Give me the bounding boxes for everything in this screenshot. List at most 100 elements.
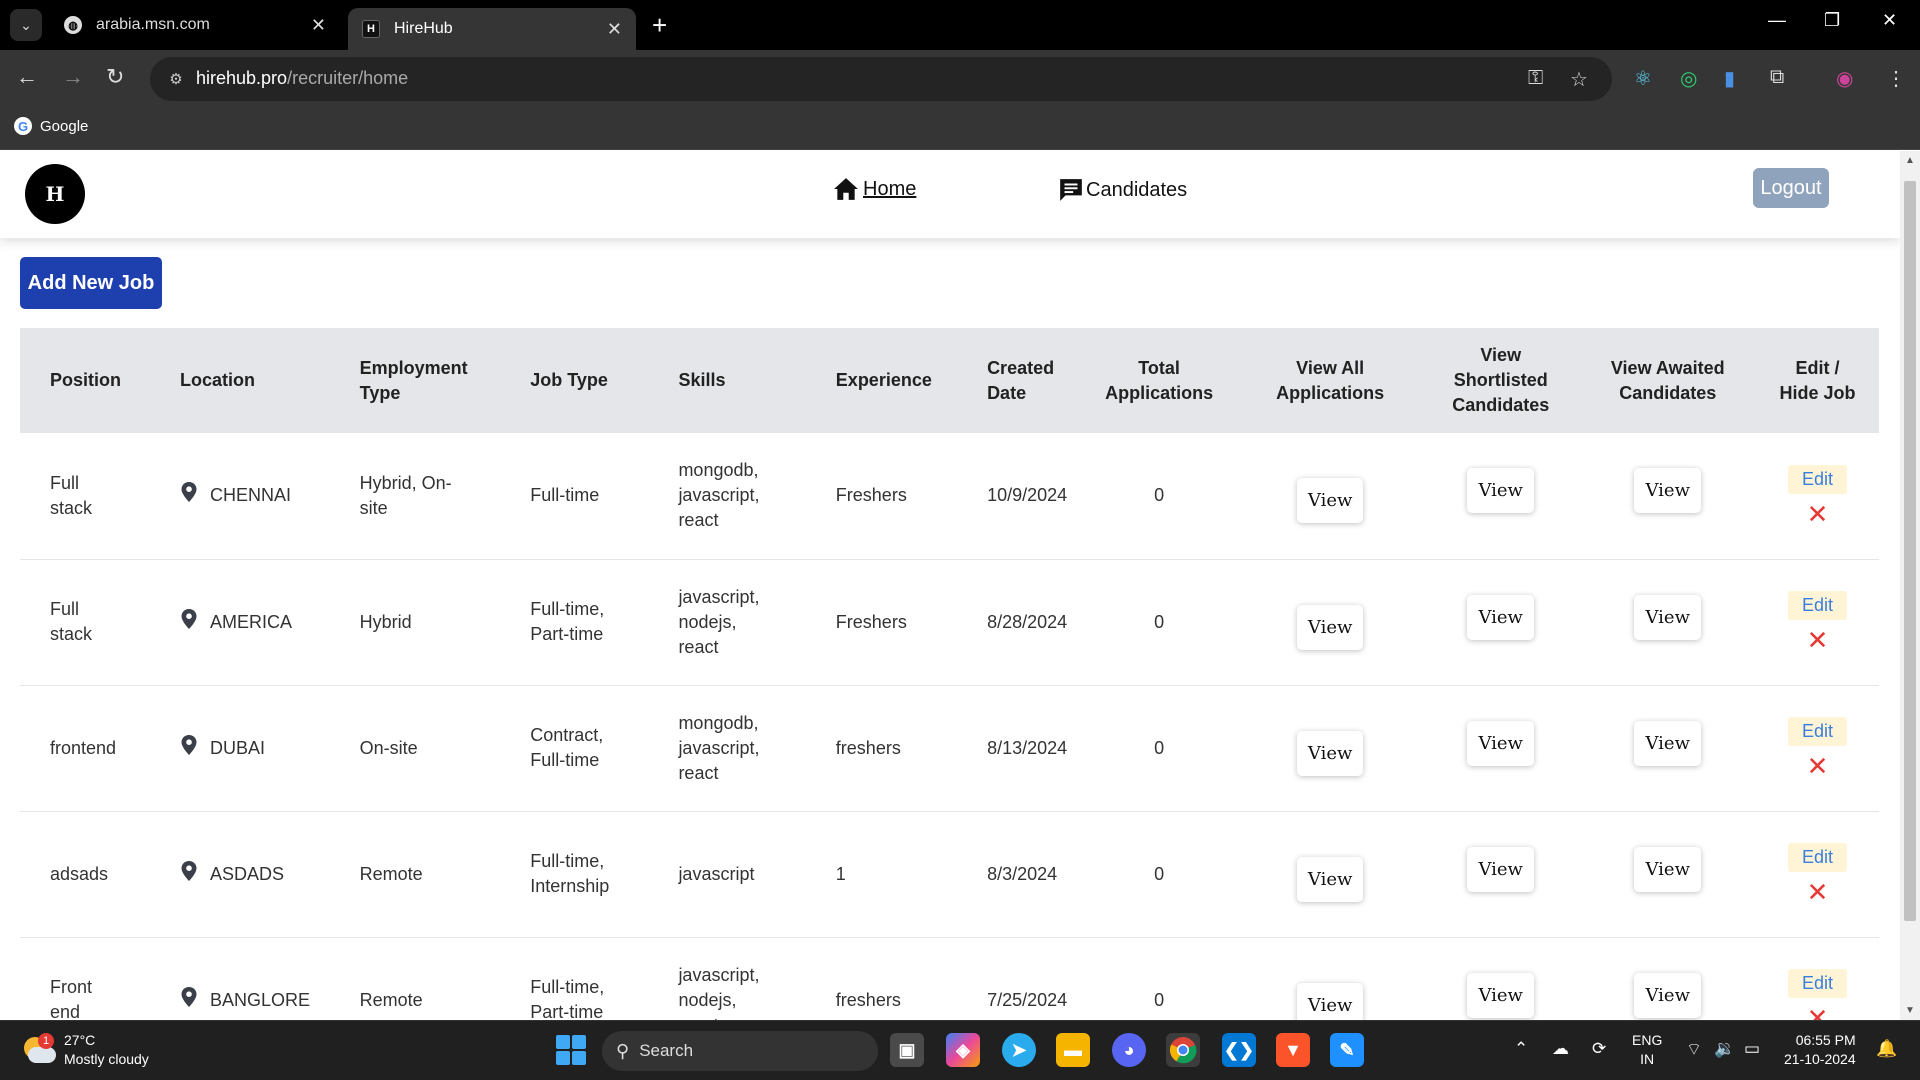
view-awaited-button[interactable]: View (1634, 720, 1701, 766)
view-awaited-button[interactable]: View (1634, 846, 1701, 892)
url-text[interactable]: hirehub.pro/recruiter/home (196, 68, 408, 89)
bookmark-star-icon[interactable]: ☆ (1570, 67, 1588, 92)
cell-edit-hide: Edit ✕ (1756, 811, 1879, 938)
tab-search-button[interactable]: ⌄ (10, 9, 42, 41)
site-info-icon[interactable]: ⚙ (164, 67, 188, 91)
brave-icon[interactable]: ▼ (1276, 1033, 1310, 1067)
view-awaited-button[interactable]: View (1634, 468, 1701, 514)
taskbar-search[interactable]: ⚲ Search (602, 1031, 878, 1071)
view-shortlisted-button[interactable]: View (1467, 720, 1534, 766)
location-pin-icon (180, 734, 210, 763)
weather-desc: Mostly cloudy (64, 1051, 149, 1067)
page-scrollbar[interactable]: ▲ ▼ (1900, 151, 1920, 1020)
forward-arrow-icon[interactable]: → (62, 64, 84, 90)
location-pin-icon (180, 986, 210, 1015)
language-indicator[interactable]: ENG IN (1632, 1031, 1662, 1069)
location-pin-icon (180, 860, 210, 889)
view-all-applications-button[interactable]: View (1296, 478, 1364, 524)
hide-job-x-icon[interactable]: ✕ (1766, 627, 1869, 653)
discord-icon[interactable]: ◕ (1112, 1033, 1146, 1067)
hide-job-x-icon[interactable]: ✕ (1766, 879, 1869, 905)
nav-home-link[interactable]: Home (833, 177, 916, 201)
notification-bell-icon[interactable]: 🔔 (1876, 1039, 1897, 1059)
extensions-puzzle-icon[interactable]: ⧉ (1770, 66, 1784, 89)
cell-created-date: 8/13/2024 (957, 685, 1080, 812)
restore-icon[interactable]: ❐ (1824, 10, 1840, 31)
scroll-down-arrow-icon[interactable]: ▼ (1905, 1005, 1915, 1016)
view-all-applications-button[interactable]: View (1296, 982, 1364, 1020)
windows-start-icon[interactable] (556, 1035, 586, 1065)
back-arrow-icon[interactable]: ← (16, 64, 38, 90)
copilot-icon[interactable]: ◈ (946, 1033, 980, 1067)
table-row: Full stack AMERICA Hybrid Full-time, Part-t… (20, 559, 1879, 686)
react-devtools-icon[interactable]: ⚛ (1634, 66, 1652, 91)
onedrive-cloud-icon[interactable]: ☁ (1552, 1039, 1569, 1059)
search-icon: ⚲ (616, 1040, 630, 1061)
close-tab-icon[interactable]: ✕ (311, 15, 326, 36)
tab-hirehub[interactable]: H HireHub ✕ (348, 8, 636, 50)
paint-app-icon[interactable]: ✎ (1330, 1033, 1364, 1067)
chrome-icon[interactable] (1166, 1033, 1200, 1067)
hide-job-x-icon[interactable]: ✕ (1766, 753, 1869, 779)
edit-job-button[interactable]: Edit (1788, 969, 1848, 998)
edit-job-button[interactable]: Edit (1788, 717, 1848, 746)
cell-employment-type: Hybrid, On-site (329, 433, 501, 560)
tray-chevron-up-icon[interactable]: ⌃ (1514, 1039, 1528, 1059)
extension-circle-icon[interactable]: ◎ (1680, 66, 1697, 91)
cell-job-type: Full-time, Internship (500, 811, 649, 938)
close-tab-icon[interactable]: ✕ (607, 19, 622, 40)
extension-clipboard-icon[interactable]: ▮ (1724, 66, 1735, 91)
view-awaited-button[interactable]: View (1634, 594, 1701, 640)
view-all-applications-button[interactable]: View (1296, 730, 1364, 776)
view-shortlisted-button[interactable]: View (1467, 468, 1534, 514)
cell-job-type: Full-time (500, 433, 649, 560)
view-all-applications-button[interactable]: View (1296, 856, 1364, 902)
cell-location: BANGLORE (149, 937, 330, 1020)
add-new-job-button[interactable]: Add New Job (20, 257, 162, 309)
view-all-applications-button[interactable]: View (1296, 604, 1364, 650)
edit-job-button[interactable]: Edit (1788, 843, 1848, 872)
vscode-icon[interactable]: ❮❯ (1222, 1033, 1256, 1067)
task-view-icon[interactable]: ▣ (890, 1033, 924, 1067)
scroll-up-arrow-icon[interactable]: ▲ (1905, 155, 1915, 166)
reload-icon[interactable]: ↻ (106, 64, 124, 90)
header-total-applications: Total Applications (1105, 357, 1214, 403)
view-awaited-button[interactable]: View (1634, 972, 1701, 1018)
cell-edit-hide: Edit ✕ (1756, 937, 1879, 1020)
edit-job-button[interactable]: Edit (1788, 464, 1848, 494)
cell-view-all: View (1238, 811, 1423, 938)
telegram-icon[interactable]: ➤ (1002, 1033, 1036, 1067)
volume-icon[interactable]: 🔉 (1714, 1039, 1735, 1059)
view-shortlisted-button[interactable]: View (1467, 594, 1534, 640)
address-bar[interactable]: ⚙ hirehub.pro/recruiter/home ⚿ ☆ (150, 57, 1612, 101)
hide-job-x-icon[interactable]: ✕ (1766, 1005, 1869, 1020)
view-shortlisted-button[interactable]: View (1467, 846, 1534, 892)
weather-widget[interactable]: 1 27°C Mostly cloudy (22, 1031, 149, 1069)
cell-position: Front end (20, 937, 150, 1020)
hide-job-x-icon[interactable]: ✕ (1766, 501, 1869, 527)
password-key-icon[interactable]: ⚿ (1528, 67, 1543, 90)
scrollbar-thumb[interactable] (1904, 181, 1916, 921)
location-pin-icon (180, 608, 210, 637)
header-location: Location (179, 370, 255, 390)
edit-job-button[interactable]: Edit (1788, 591, 1848, 620)
browser-menu-icon[interactable]: ⋮ (1886, 66, 1906, 91)
wifi-icon[interactable]: ⌔ (1686, 1039, 1702, 1060)
view-shortlisted-button[interactable]: View (1467, 972, 1534, 1018)
battery-icon[interactable]: ▭ (1744, 1039, 1760, 1059)
logout-button[interactable]: Logout (1753, 168, 1829, 208)
clock[interactable]: 06:55 PM 21-10-2024 (1784, 1031, 1856, 1069)
close-window-icon[interactable]: ✕ (1882, 10, 1897, 31)
tab-arabia-msn[interactable]: ◍ arabia.msn.com ✕ (50, 8, 340, 42)
minimize-icon[interactable]: — (1768, 10, 1786, 31)
nav-candidates-link[interactable]: Candidates (1058, 177, 1187, 203)
sync-icon[interactable]: ⟳ (1592, 1039, 1606, 1059)
cell-view-awaited: View (1579, 685, 1757, 812)
cell-skills: mongodb, javascript, react (648, 685, 806, 812)
file-explorer-icon[interactable]: ▬ (1056, 1033, 1090, 1067)
new-tab-icon[interactable]: + (652, 10, 667, 41)
profile-avatar-icon[interactable]: ◉ (1836, 66, 1853, 91)
bookmark-google[interactable]: G Google (14, 117, 88, 135)
cell-experience: 1 (805, 811, 958, 938)
hirehub-logo[interactable]: H (25, 164, 85, 224)
